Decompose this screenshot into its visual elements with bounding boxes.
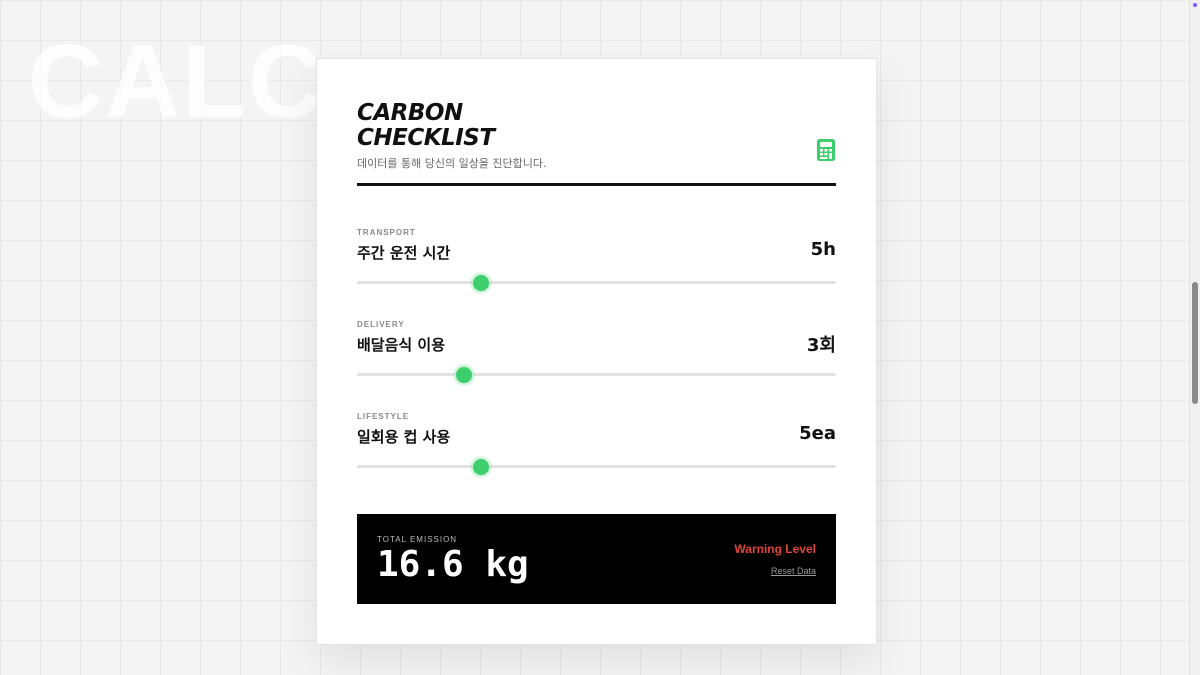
category-label: LIFESTYLE [357,412,410,421]
scrollbar-thumb[interactable] [1192,282,1198,404]
reset-data-link[interactable]: Reset Data [771,566,816,576]
total-emission-value: 16.6 kg [377,544,529,585]
driving-hours-slider-track[interactable] [357,281,836,284]
checklist-card: CARBON CHECKLIST 데이터를 통해 당신의 일상을 진단합니다. … [316,58,877,645]
slider-label: 배달음식 이용 [357,336,446,354]
delivery-count-slider-track[interactable] [357,373,836,376]
category-label: DELIVERY [357,320,405,329]
delivery-count-slider-thumb[interactable] [455,366,474,384]
total-emission-label: TOTAL EMISSION [377,535,458,544]
transport-slider-group: TRANSPORT 주간 운전 시간 5h [357,228,836,308]
slider-value: 5h [810,239,836,260]
slider-value: 3회 [806,335,836,356]
status-badge: Warning Level [734,542,816,556]
slider-label: 주간 운전 시간 [357,244,451,262]
page-scrollbar[interactable] [1189,0,1200,675]
lifestyle-slider-group: LIFESTYLE 일회용 컵 사용 5ea [357,412,836,492]
page-title: CARBON CHECKLIST [357,101,577,151]
page-subtitle: 데이터를 통해 당신의 일상을 진단합니다. [357,157,547,170]
disposable-cup-slider-thumb[interactable] [472,458,491,476]
scrollbar-indicator-dot [1193,3,1197,7]
slider-value: 5ea [799,423,836,444]
driving-hours-slider-thumb[interactable] [472,274,491,292]
header-divider [357,183,836,186]
disposable-cup-slider-track[interactable] [357,465,836,468]
calculator-icon [817,139,835,161]
title-line-2: CHECKLIST [357,125,495,151]
category-label: TRANSPORT [357,228,416,237]
delivery-slider-group: DELIVERY 배달음식 이용 3회 [357,320,836,400]
title-line-1: CARBON [357,100,463,126]
slider-label: 일회용 컵 사용 [357,428,451,446]
total-emission-panel: TOTAL EMISSION 16.6 kg Warning Level Res… [357,514,836,604]
background-watermark: CALC [28,24,325,140]
